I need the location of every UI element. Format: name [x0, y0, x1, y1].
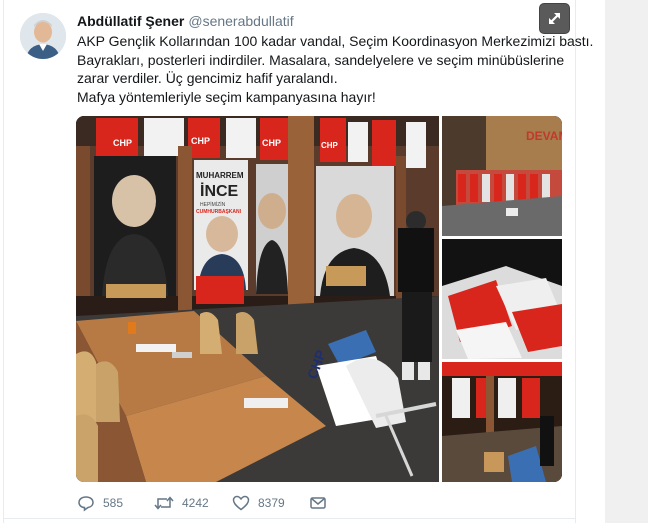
user-handle[interactable]: @senerabdullatif	[188, 13, 293, 29]
retweet-icon	[154, 496, 174, 510]
main-photo[interactable]: CHP CHP CHP CHP MUHARREM İNCE HEPİMİZİN …	[76, 116, 439, 482]
poster-sub-1: HEPİMİZİN	[200, 201, 226, 208]
wall-text: DEVAM	[526, 129, 562, 143]
display-name[interactable]: Abdüllatif Şener	[77, 13, 184, 29]
flag-label: CHP	[113, 138, 132, 148]
like-button[interactable]: 8379	[232, 492, 285, 514]
card-left-border	[3, 0, 4, 523]
reply-icon	[78, 496, 94, 512]
photo-4[interactable]	[442, 362, 562, 482]
message-icon	[310, 497, 326, 509]
card-bottom-border	[4, 518, 575, 519]
expand-icon	[549, 13, 560, 24]
tweet-text-line: AKP Gençlik Kollarından 100 kadar vandal…	[77, 33, 594, 49]
flag-label: CHP	[321, 141, 339, 150]
avatar[interactable]	[20, 13, 66, 59]
tweet-header: Abdüllatif Şener @senerabdullatif	[77, 12, 294, 30]
tweet-text-line: zarar verdiler. Üç gencimiz hafif yarala…	[77, 70, 338, 86]
tweet-actions: 585 4242 8379	[77, 492, 477, 514]
flag-label: CHP	[191, 136, 210, 146]
poster-sub-2: CUMHURBAŞKANI	[196, 209, 242, 215]
side-panel	[605, 0, 648, 523]
poster-name-top: MUHARREM	[196, 171, 244, 180]
direct-message-button[interactable]	[309, 492, 335, 514]
tweet-media-grid: CHP CHP CHP CHP MUHARREM İNCE HEPİMİZİN …	[76, 116, 562, 482]
retweet-button[interactable]: 4242	[154, 492, 209, 514]
reply-count: 585	[103, 496, 124, 510]
tweet-card: Abdüllatif Şener @senerabdullatif AKP Gen…	[0, 0, 594, 523]
poster-name-big: İNCE	[200, 182, 239, 200]
flag-label: CHP	[262, 138, 281, 148]
like-count: 8379	[258, 496, 285, 510]
like-icon	[232, 495, 250, 511]
tweet-text: AKP Gençlik Kollarından 100 kadar vandal…	[77, 32, 594, 106]
tweet-text-line: Mafya yöntemleriyle seçim kampanyasına h…	[77, 88, 376, 105]
photo-3[interactable]	[442, 239, 562, 359]
photo-2[interactable]: DEVAM	[442, 116, 562, 236]
expand-button[interactable]	[539, 3, 570, 34]
tweet-text-line: Bayrakları, posterleri indirdiler. Masal…	[77, 51, 565, 68]
retweet-count: 4242	[182, 496, 209, 510]
reply-button[interactable]: 585	[77, 492, 123, 514]
